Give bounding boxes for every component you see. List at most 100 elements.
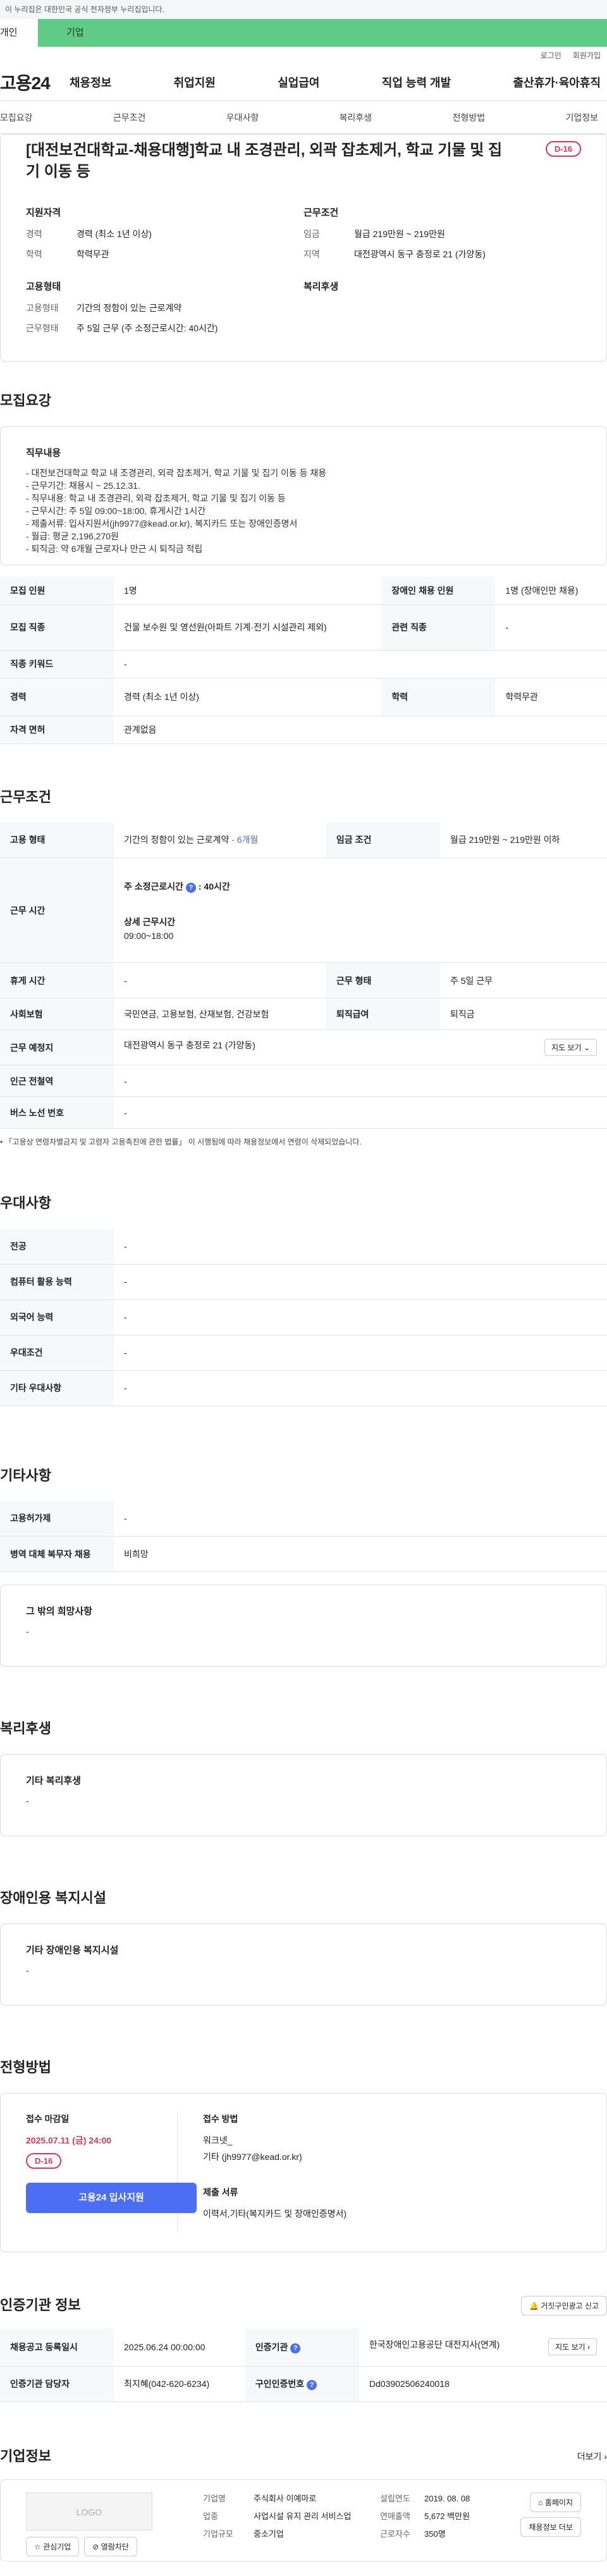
deadline-value: 2025.07.11 (금) 24:00 xyxy=(26,2135,112,2145)
tab-individual[interactable]: 개인 xyxy=(0,19,38,47)
favorite-button[interactable]: ☆ 관심기업 xyxy=(26,2536,80,2556)
welfare-box: 기타 복리후생 - xyxy=(0,1754,607,1836)
company-more-link[interactable]: 더보기 › xyxy=(577,2450,607,2463)
tab-corporate[interactable]: 기업 xyxy=(38,19,607,47)
block-button[interactable]: ⊘ 열람차단 xyxy=(84,2536,137,2556)
pref-value: - xyxy=(114,1299,607,1335)
job-title: [대전보건대학교-채용대행]학교 내 조경관리, 외곽 잡초제거, 학교 기물 … xyxy=(26,142,503,180)
site-logo[interactable]: 고용24 xyxy=(0,70,70,95)
row-label: 모집 직종 xyxy=(0,604,114,651)
company-est-value: 2019. 08. 08 xyxy=(424,2493,470,2503)
login-link[interactable]: 로그인 xyxy=(541,50,561,61)
pref-title: 우대사항 xyxy=(0,1195,51,1211)
row-label: 모집 인원 xyxy=(0,577,114,605)
hope-box: 그 밖의 희망사항 - xyxy=(0,1585,607,1667)
method-1: 워크넷_ xyxy=(203,2135,233,2145)
info-icon[interactable]: ? xyxy=(307,2380,317,2390)
subnav-welfare[interactable]: 복리후생 xyxy=(340,111,372,124)
pref-label: 컴퓨터 활용 능력 xyxy=(0,1264,114,1300)
etc-label: 고용허가제 xyxy=(0,1500,114,1536)
company-emp-label: 근로자수 xyxy=(380,2529,410,2539)
work-station-label: 인근 전철역 xyxy=(0,1065,114,1097)
weekly-hours-value: 40시간 xyxy=(204,881,230,892)
pref-value: - xyxy=(114,1370,607,1406)
company-title: 기업정보 xyxy=(0,2448,51,2464)
work-station-value: - xyxy=(114,1065,607,1097)
global-nav: 고용24 채용정보 취업지원 실업급여 직업 능력 개발 출산휴가·육아휴직 xyxy=(0,63,607,101)
block-icon: ⊘ xyxy=(92,2542,99,2551)
work-wage-value: 월급 219만원 ~ 219만원 이하 xyxy=(439,822,607,858)
duty-heading: 직무내용 xyxy=(26,448,61,458)
hope-value: - xyxy=(26,1626,29,1636)
cert-org-value: 한국장애인고용공단 대전지사(연계) xyxy=(369,2340,500,2350)
gnb-item-support[interactable]: 취업지원 xyxy=(174,74,216,90)
cert-id-value: Dd03902506240018 xyxy=(359,2366,607,2402)
work-emp-period: 6개월 xyxy=(236,835,259,845)
signup-link[interactable]: 회원가입 xyxy=(573,50,601,61)
etc-value: 비희망 xyxy=(114,1536,607,1572)
row-label: 직종 키워드 xyxy=(0,650,114,678)
company-sales-label: 연매출액 xyxy=(380,2511,410,2521)
cond-wage-label: 임금 xyxy=(304,229,320,239)
row-value: 1명 (장애인만 채용) xyxy=(495,577,607,605)
row-label: 자격 면허 xyxy=(0,716,114,744)
cond-region-value: 대전광역시 동구 충정로 21 (가양동) xyxy=(354,249,486,259)
row-label: 경력 xyxy=(0,678,114,716)
work-ins-value: 국민연금, 고용보험, 산재보험, 건강보험 xyxy=(114,998,326,1030)
user-type-tabs: 개인 기업 xyxy=(0,19,607,47)
work-wage-label: 임금 조건 xyxy=(326,822,440,858)
facility-box: 기타 장애인용 복지시설 - xyxy=(0,1923,607,2006)
work-place-value: 대전광역시 동구 충정로 21 (가양동) xyxy=(124,1040,255,1050)
chevron-down-icon: ⌄ xyxy=(583,1043,590,1052)
cond-heading: 근무조건 xyxy=(304,207,339,218)
emp-type-label: 고용형태 xyxy=(26,303,59,313)
apply-button[interactable]: 고용24 입사지원 xyxy=(26,2183,197,2213)
map-view-button[interactable]: 지도 보기 ⌄ xyxy=(544,1039,597,1056)
cert-map-button[interactable]: 지도 보기 › xyxy=(548,2338,597,2356)
subnav-pref[interactable]: 우대사항 xyxy=(226,111,259,124)
company-jobs-button[interactable]: 채용정보 더보 xyxy=(520,2517,581,2537)
company-sales-value: 5,672 백만원 xyxy=(424,2511,470,2521)
facility-box-value: - xyxy=(26,1965,29,1975)
report-button[interactable]: 🔔 거짓구인광고 신고 xyxy=(521,2295,607,2315)
star-icon: ☆ xyxy=(34,2542,41,2551)
gnb-item-leave[interactable]: 출산휴가·육아휴직 xyxy=(513,74,601,90)
gov-notice-bar: 이 누리집은 대한민국 공식 전자정부 누리집입니다. xyxy=(0,0,607,19)
selection-title: 전형방법 xyxy=(0,2059,51,2075)
cert-mgr-label: 인증기관 담당자 xyxy=(0,2366,114,2402)
cert-org-label: 인증기관 xyxy=(255,2341,288,2352)
hope-heading: 그 밖의 희망사항 xyxy=(26,1606,92,1617)
row-value: - xyxy=(114,650,607,678)
subnav-company[interactable]: 기업정보 xyxy=(565,111,598,124)
row-value: 1명 xyxy=(114,577,382,605)
gnb-item-training[interactable]: 직업 능력 개발 xyxy=(382,74,451,90)
subnav-work[interactable]: 근무조건 xyxy=(113,111,146,124)
gnb-item-unemployment[interactable]: 실업급여 xyxy=(278,74,319,90)
work-bus-value: - xyxy=(114,1096,607,1129)
work-table: 고용 형태 기간의 정함이 있는 근로계약 · 6개월 임금 조건 월급 219만원 … xyxy=(0,822,607,1129)
etc-label: 병역 대체 복무자 채용 xyxy=(0,1536,114,1572)
util-links: 로그인 회원가입 xyxy=(0,47,607,63)
work-ins-label: 사회보험 xyxy=(0,998,114,1030)
home-icon: ⌂ xyxy=(538,2498,543,2507)
subnav-selection[interactable]: 전형방법 xyxy=(453,111,486,124)
cert-table: 채용공고 등록일시 2025.06.24 00:00:00 인증기관 ? 한국장애인고… xyxy=(0,2328,607,2402)
selection-box: 접수 마감일 2025.07.11 (금) 24:00 D-16 고용24 입사… xyxy=(0,2093,607,2252)
hours-detail-heading: 상세 근무시간 xyxy=(124,916,176,927)
homepage-button[interactable]: ⌂ 홈페이지 xyxy=(530,2492,581,2512)
docs-value: 이력서,기타(복지카드 및 장애인증명서) xyxy=(203,2209,347,2219)
company-box: LOGO ☆ 관심기업 ⊘ 열람차단 기업명 주식회사 이예마로 업종 사업시설 유… xyxy=(0,2479,607,2561)
qual-edu-label: 학력 xyxy=(26,249,42,259)
work-title: 근무조건 xyxy=(0,788,51,805)
cert-mgr-value: 최지혜(042-620-6234) xyxy=(114,2366,245,2402)
info-icon[interactable]: ? xyxy=(290,2343,301,2353)
work-rest-value: - xyxy=(114,962,326,998)
info-icon[interactable]: ? xyxy=(185,882,196,893)
gnb-item-jobs[interactable]: 채용정보 xyxy=(70,74,111,90)
subnav-recruit[interactable]: 모집요강 xyxy=(0,111,33,124)
welfare-heading: 복리후생 xyxy=(304,281,339,292)
work-emp-value: 기간의 정함이 있는 근로계약 xyxy=(124,835,230,845)
row-value: 건물 보수원 및 영선원(아파트 기계·전기 시설관리 제외) xyxy=(114,604,382,651)
etc-title: 기타사항 xyxy=(0,1467,51,1483)
chevron-right-icon: › xyxy=(604,2451,607,2462)
